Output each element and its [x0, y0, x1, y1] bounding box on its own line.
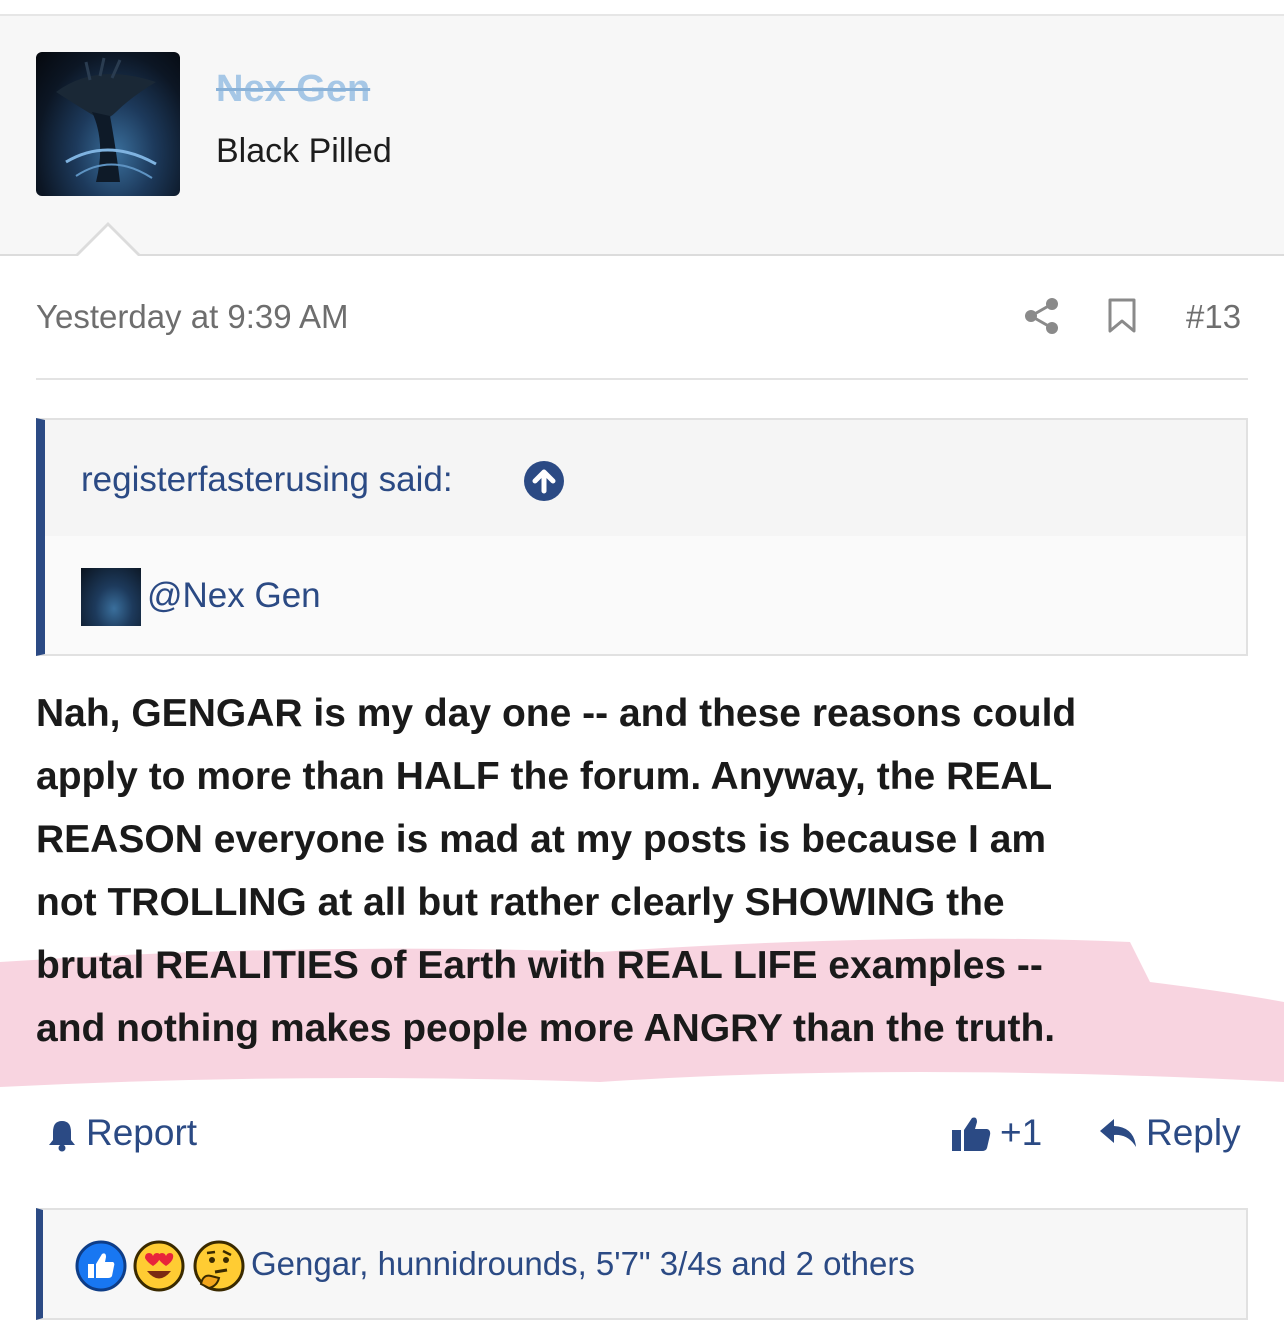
reply-arrow-icon[interactable]: [1098, 1117, 1138, 1154]
username[interactable]: Nex Gen: [216, 68, 370, 111]
jump-to-quote-icon[interactable]: [523, 460, 565, 507]
love-reaction-icon[interactable]: [133, 1240, 185, 1297]
user-mention-link[interactable]: @Nex Gen: [147, 576, 321, 616]
thinking-reaction-icon[interactable]: [193, 1240, 245, 1297]
like-count[interactable]: +1: [1000, 1112, 1042, 1154]
alien-avatar-icon: [56, 57, 157, 182]
message-line: brutal REALITIES of Earth with REAL LIFE…: [36, 944, 1043, 987]
message-line: REASON everyone is mad at my posts is be…: [36, 818, 1047, 861]
like-reaction-icon[interactable]: [75, 1240, 127, 1297]
reaction-users-link[interactable]: Gengar, hunnidrounds, 5'7" 3/4s and 2 ot…: [251, 1245, 915, 1283]
quote-body: @Nex Gen: [45, 536, 1246, 654]
share-icon[interactable]: [1022, 296, 1062, 341]
post-timestamp[interactable]: Yesterday at 9:39 AM: [36, 298, 349, 336]
reply-button[interactable]: Reply: [1146, 1112, 1241, 1154]
post-message: Nah, GENGAR is my day one -- and these r…: [36, 682, 1266, 1060]
quote-block: registerfasterusing said: @Nex Gen: [36, 418, 1248, 656]
post-user-header: Nex Gen Black Pilled: [0, 16, 1284, 256]
report-button[interactable]: Report: [86, 1112, 197, 1154]
mention-avatar: [81, 568, 141, 626]
bookmark-icon[interactable]: [1106, 298, 1138, 339]
message-line: Nah, GENGAR is my day one -- and these r…: [36, 692, 1077, 735]
quote-header: registerfasterusing said:: [45, 420, 1246, 537]
message-line: apply to more than HALF the forum. Anywa…: [36, 755, 1053, 798]
post-number-link[interactable]: #13: [1186, 298, 1241, 336]
quote-author-link[interactable]: registerfasterusing said:: [81, 460, 453, 500]
message-line: not TROLLING at all but rather clearly S…: [36, 881, 1005, 924]
thumbs-up-icon[interactable]: [950, 1114, 992, 1159]
bell-icon[interactable]: [46, 1118, 78, 1157]
message-line: and nothing makes people more ANGRY than…: [36, 1007, 1056, 1050]
reactions-bar: Gengar, hunnidrounds, 5'7" 3/4s and 2 ot…: [36, 1208, 1248, 1320]
meta-divider: [36, 378, 1248, 380]
user-title: Black Pilled: [216, 132, 392, 170]
header-pointer-fill: [76, 226, 140, 258]
user-avatar[interactable]: [36, 52, 180, 196]
